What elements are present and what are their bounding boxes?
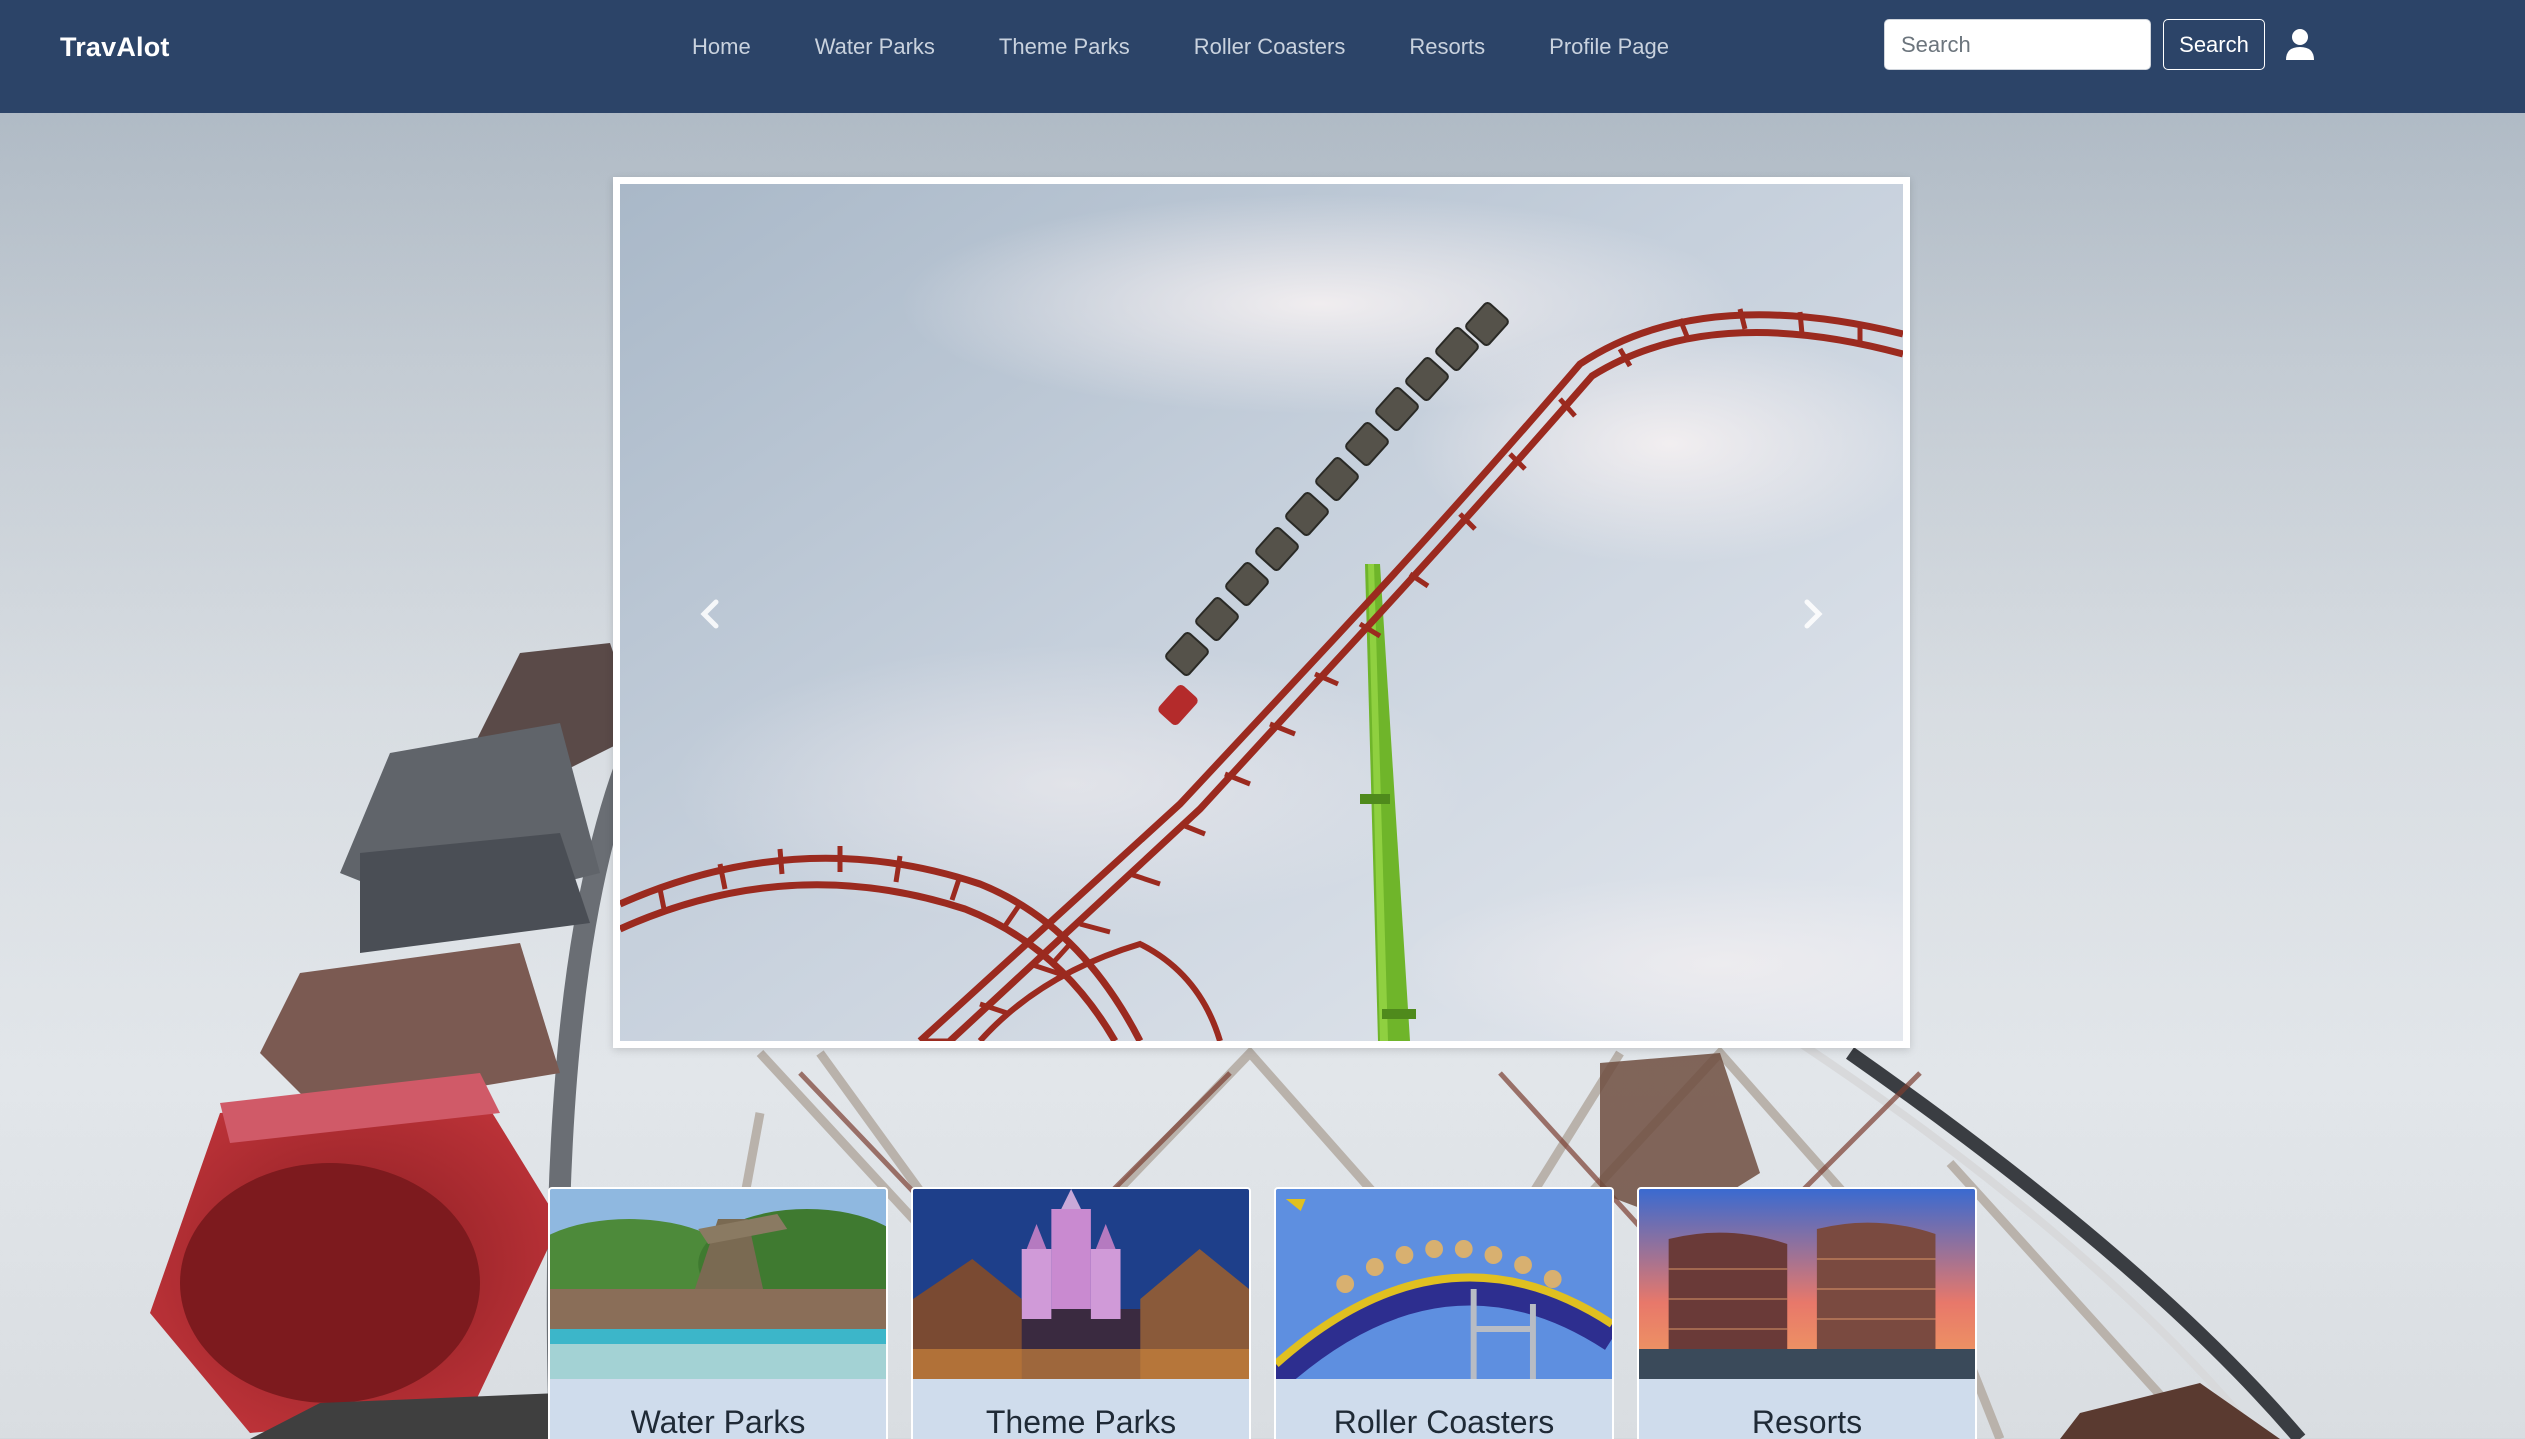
carousel-next-button[interactable] <box>1783 584 1843 644</box>
nav-link-profile-page[interactable]: Profile Page <box>1517 30 1701 64</box>
card-title: Theme Parks <box>985 1404 1177 1439</box>
roller-coaster-thumbnail-image <box>1276 1189 1612 1379</box>
chevron-left-icon <box>700 599 719 629</box>
top-navbar: TravAlot Home Water Parks Theme Parks Ro… <box>0 0 2525 113</box>
card-water-parks[interactable]: Water Parks <box>548 1187 888 1439</box>
nav-link-roller-coasters[interactable]: Roller Coasters <box>1162 30 1378 64</box>
search-input[interactable] <box>1884 19 2151 70</box>
nav-link-resorts[interactable]: Resorts <box>1377 30 1517 64</box>
resort-hotel-thumbnail-image <box>1639 1189 1975 1379</box>
card-title: Water Parks <box>630 1404 806 1439</box>
card-resorts[interactable]: Resorts <box>1637 1187 1977 1439</box>
nav-link-water-parks[interactable]: Water Parks <box>783 30 967 64</box>
user-icon[interactable] <box>2285 28 2315 60</box>
card-theme-parks[interactable]: Theme Parks <box>911 1187 1251 1439</box>
water-park-thumbnail-image <box>550 1189 886 1379</box>
chevron-right-icon <box>1804 599 1823 629</box>
category-cards: Water Parks Theme Parks Roller Coasters … <box>548 1187 1977 1439</box>
card-title: Roller Coasters <box>1333 1404 1555 1439</box>
nav-link-home[interactable]: Home <box>660 30 783 64</box>
theme-park-castle-thumbnail-image <box>913 1189 1249 1379</box>
nav-links: Home Water Parks Theme Parks Roller Coas… <box>660 30 1701 64</box>
card-roller-coasters[interactable]: Roller Coasters <box>1274 1187 1614 1439</box>
card-title: Resorts <box>1751 1404 1863 1439</box>
search-button[interactable]: Search <box>2163 19 2265 70</box>
carousel-slide <box>620 184 1903 1041</box>
hero-carousel <box>613 177 1910 1048</box>
roller-coaster-slide-image <box>620 184 1903 1041</box>
nav-link-theme-parks[interactable]: Theme Parks <box>967 30 1162 64</box>
carousel-prev-button[interactable] <box>680 584 740 644</box>
brand-logo[interactable]: TravAlot <box>60 32 170 63</box>
